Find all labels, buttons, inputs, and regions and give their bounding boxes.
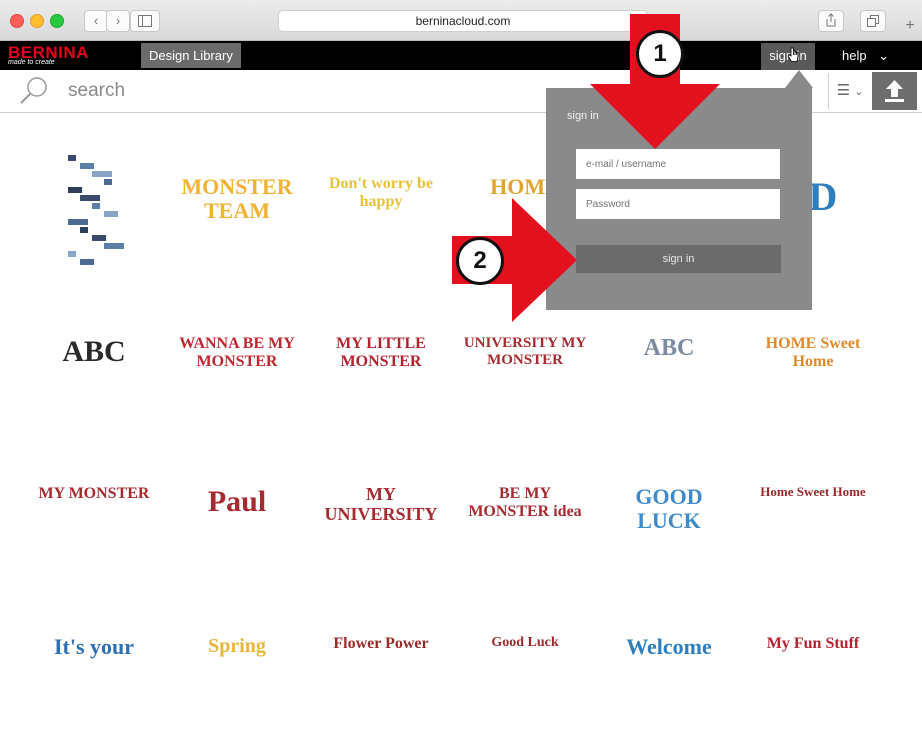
design-label: BE MY MONSTER idea <box>468 485 582 520</box>
step-1-badge: 1 <box>636 30 684 78</box>
design-label: ABC <box>62 335 126 368</box>
zoom-window-button[interactable] <box>50 14 64 28</box>
design-label: Good Luck <box>491 635 559 650</box>
tabs-overview-button[interactable] <box>860 10 886 32</box>
design-tile[interactable] <box>28 140 160 270</box>
design-tile[interactable]: HOME Sweet Home <box>747 300 879 430</box>
sidebar-icon <box>138 15 152 27</box>
design-tile[interactable]: Welcome <box>603 600 735 730</box>
design-tile[interactable]: Good Luck <box>459 600 591 730</box>
sidebar-toggle-button[interactable] <box>130 10 160 32</box>
url-text: berninacloud.com <box>415 14 511 28</box>
design-label: It's your <box>53 634 135 659</box>
design-label: My Fun Stuff <box>766 635 860 652</box>
design-tile[interactable]: ABC <box>28 300 160 430</box>
design-label: Don't worry be happy <box>329 175 433 210</box>
forward-button[interactable]: › <box>106 10 130 32</box>
design-label: Spring <box>208 635 266 657</box>
tabs-icon <box>867 15 879 27</box>
back-button[interactable]: ‹ <box>84 10 108 32</box>
design-label: HOME Sweet Home <box>765 335 861 370</box>
design-label: ABC <box>643 335 695 361</box>
design-label: Flower Power <box>333 635 429 652</box>
new-tab-button[interactable]: + <box>900 12 920 40</box>
design-tile[interactable]: Home Sweet Home <box>747 450 879 580</box>
design-library-tab[interactable]: Design Library <box>141 43 241 68</box>
chevron-down-icon: ⌄ <box>878 48 890 63</box>
password-field[interactable] <box>576 189 780 219</box>
list-icon: ☰ <box>836 82 851 99</box>
design-label: Home Sweet Home <box>760 484 866 499</box>
design-tile[interactable]: MY LITTLE MONSTER <box>315 300 447 430</box>
view-menu-button[interactable]: ☰ ⌄ <box>828 73 871 109</box>
step-2-badge: 2 <box>456 237 504 285</box>
design-label: MY UNIVERSITY <box>324 484 438 524</box>
browser-window: ‹ › berninacloud.com + BERNINA made to c… <box>0 0 922 689</box>
design-tile[interactable]: Flower Power <box>315 600 447 730</box>
design-tile[interactable]: Spring <box>171 600 303 730</box>
design-tile[interactable]: WANNA BE MY MONSTER <box>171 300 303 430</box>
upload-button[interactable] <box>872 72 917 110</box>
design-tile[interactable]: It's your <box>28 600 160 730</box>
design-label: UNIVERSITY MY MONSTER <box>463 335 587 368</box>
browser-toolbar: ‹ › berninacloud.com + <box>0 0 922 41</box>
dropdown-arrow <box>785 70 813 88</box>
design-label: MONSTER TEAM <box>181 174 293 224</box>
design-label: MY LITTLE MONSTER <box>336 335 426 370</box>
upload-icon <box>885 80 904 102</box>
design-tile[interactable]: Don't worry be happy <box>315 140 447 270</box>
design-tile[interactable]: My Fun Stuff <box>747 600 879 730</box>
design-label: Paul <box>207 485 267 518</box>
share-icon <box>826 13 836 27</box>
design-tile[interactable]: BE MY MONSTER idea <box>459 450 591 580</box>
search-icon <box>20 77 47 104</box>
word-cloud-graphic <box>68 155 124 270</box>
close-window-button[interactable] <box>10 14 24 28</box>
search-input[interactable]: search <box>68 80 125 102</box>
hand-cursor-icon <box>787 47 799 62</box>
help-menu[interactable]: help ⌄ <box>842 43 889 68</box>
design-tile[interactable]: GOOD LUCK <box>603 450 735 580</box>
design-label: GOOD LUCK <box>635 484 703 534</box>
design-label: MY MONSTER <box>38 485 150 502</box>
design-tile[interactable]: MONSTER TEAM <box>171 140 303 270</box>
design-tile[interactable]: MY MONSTER <box>28 450 160 580</box>
design-tile[interactable]: MY UNIVERSITY <box>315 450 447 580</box>
design-label: Welcome <box>626 634 712 659</box>
help-label: help <box>842 48 867 63</box>
logo-tagline: made to create <box>8 59 55 66</box>
design-label: WANNA BE MY MONSTER <box>179 335 295 370</box>
share-button[interactable] <box>818 10 844 32</box>
signin-submit-button[interactable]: sign in <box>576 245 781 273</box>
minimize-window-button[interactable] <box>30 14 44 28</box>
chevron-down-icon: ⌄ <box>854 86 864 98</box>
design-tile[interactable]: ABC <box>603 300 735 430</box>
design-tile[interactable]: Paul <box>171 450 303 580</box>
